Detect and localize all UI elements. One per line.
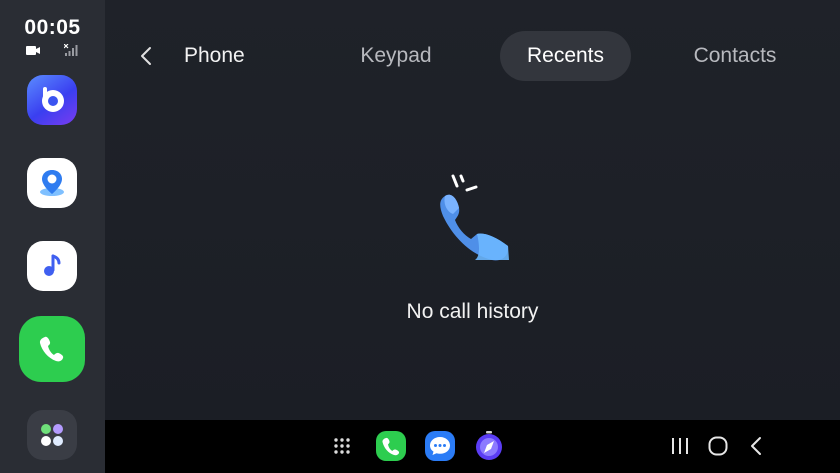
music-note-icon <box>44 254 61 276</box>
app-drawer-button[interactable] <box>27 410 77 460</box>
empty-state-message: No call history <box>406 300 539 323</box>
maps-app-button[interactable] <box>27 158 77 208</box>
tab-keypad[interactable]: Keypad <box>335 31 457 81</box>
apps-grid-icon <box>41 424 63 446</box>
status-icons <box>26 44 78 58</box>
phone-icon[interactable] <box>376 431 406 461</box>
bixby-app-button[interactable] <box>27 75 77 125</box>
app-rail: 00:05 <box>0 0 105 473</box>
bottom-dock <box>105 420 840 473</box>
phone-ringing-icon <box>440 174 509 261</box>
dots-grid-icon[interactable] <box>327 431 357 461</box>
music-app-button[interactable] <box>27 241 77 291</box>
bixby-icon <box>42 87 64 112</box>
messages-icon[interactable] <box>425 431 455 461</box>
chevron-left-icon[interactable] <box>135 44 157 68</box>
browser-icon[interactable] <box>474 431 504 461</box>
android-auto-screen: 00:05 Phone Keypad Recents Contacts No c… <box>0 0 840 473</box>
phone-main-panel: Phone Keypad Recents Contacts No call hi… <box>105 0 840 420</box>
tab-contacts[interactable]: Contacts <box>671 31 799 81</box>
back-nav-icon[interactable] <box>744 434 768 458</box>
recents-nav-icon[interactable] <box>668 434 692 458</box>
signal-icon <box>64 44 78 56</box>
tab-recents[interactable]: Recents <box>500 31 631 81</box>
home-nav-icon[interactable] <box>706 434 730 458</box>
phone-icon <box>39 336 64 362</box>
camera-status-icon <box>26 46 40 55</box>
status-clock: 00:05 <box>24 16 81 39</box>
phone-app-button[interactable] <box>19 316 85 382</box>
map-pin-icon <box>40 170 64 196</box>
page-title: Phone <box>184 44 245 67</box>
